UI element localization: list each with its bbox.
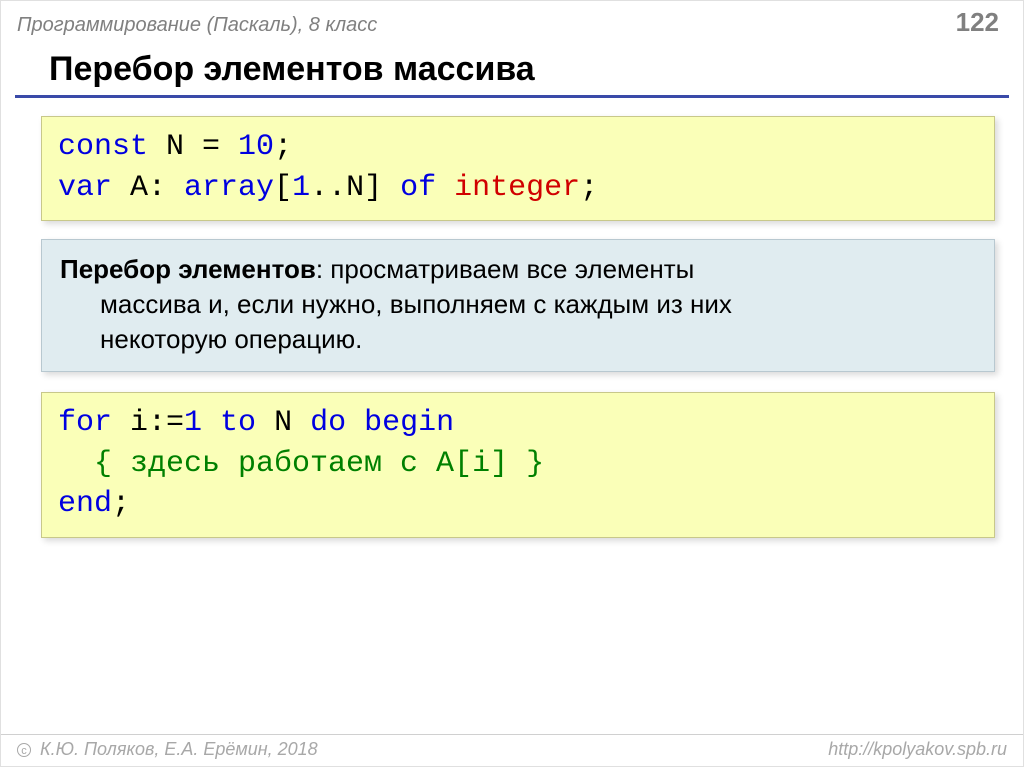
copyright-icon: с (17, 743, 31, 757)
code-line: var A: array[1..N] of integer; (58, 168, 978, 209)
code-text: i:= (112, 406, 184, 440)
number-literal: 1 (292, 171, 310, 205)
course-label: Программирование (Паскаль), 8 класс (17, 14, 377, 37)
copyright: с К.Ю. Поляков, Е.А. Ерёмин, 2018 (17, 739, 318, 760)
page-number: 122 (956, 7, 999, 38)
code-text: ; (580, 171, 598, 205)
slide-container: Программирование (Паскаль), 8 класс 122 … (0, 0, 1024, 767)
code-text: ..N] (310, 171, 400, 205)
number-literal: 10 (220, 130, 274, 164)
keyword-to: to (202, 406, 256, 440)
number-literal: 1 (184, 406, 202, 440)
code-text: N (256, 406, 310, 440)
keyword-begin: begin (364, 406, 454, 440)
code-line: const N = 10; (58, 127, 978, 168)
keyword-end: end (58, 487, 112, 521)
code-block-loop: for i:=1 to N do begin { здесь работаем … (41, 392, 995, 538)
code-text: ; (112, 487, 130, 521)
code-text: N (148, 130, 202, 164)
code-text: [ (274, 171, 292, 205)
authors: К.Ю. Поляков, Е.А. Ерёмин, 2018 (35, 739, 318, 759)
definition-rest: : просматриваем все элементы (316, 254, 694, 284)
code-comment: { здесь работаем с A[i] } (58, 447, 544, 481)
slide-header: Программирование (Паскаль), 8 класс 122 (1, 1, 1023, 42)
code-text: A: (112, 171, 184, 205)
keyword-var: var (58, 171, 112, 205)
footer-url: http://kpolyakov.spb.ru (828, 739, 1007, 760)
code-line: end; (58, 484, 978, 525)
slide-title: Перебор элементов массива (15, 42, 1009, 98)
definition-text: Перебор элементов: просматриваем все эле… (60, 254, 694, 284)
keyword-array: array (184, 171, 274, 205)
definition-line: массива и, если нужно, выполняем с кажды… (60, 287, 976, 322)
code-text (436, 171, 454, 205)
definition-term: Перебор элементов (60, 254, 316, 284)
code-text: ; (274, 130, 292, 164)
type-integer: integer (454, 171, 580, 205)
code-line: { здесь работаем с A[i] } (58, 444, 978, 485)
slide-footer: с К.Ю. Поляков, Е.А. Ерёмин, 2018 http:/… (1, 734, 1023, 760)
code-line: for i:=1 to N do begin (58, 403, 978, 444)
code-block-declaration: const N = 10; var A: array[1..N] of inte… (41, 116, 995, 221)
keyword-do: do (310, 406, 346, 440)
code-text (346, 406, 364, 440)
definition-box: Перебор элементов: просматриваем все эле… (41, 239, 995, 372)
keyword-const: const (58, 130, 148, 164)
keyword-for: for (58, 406, 112, 440)
definition-line: некоторую операцию. (60, 322, 976, 357)
code-text: = (202, 130, 220, 164)
keyword-of: of (400, 171, 436, 205)
